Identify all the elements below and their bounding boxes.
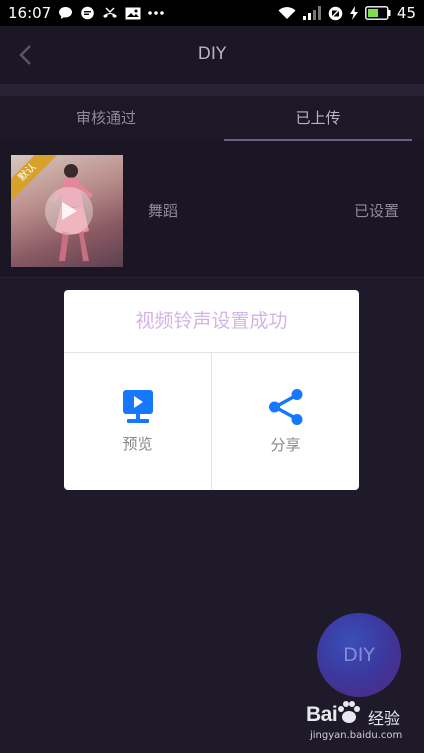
play-icon xyxy=(62,202,77,220)
watermark-brand: Bai xyxy=(306,703,338,726)
share-button[interactable]: 分享 xyxy=(211,353,359,490)
baidu-jingyan-watermark: Bai 经验 jingyan.baidu.com xyxy=(306,697,422,753)
chat-bubble-icon xyxy=(58,6,73,20)
tab-uploaded[interactable]: 已上传 xyxy=(212,96,424,142)
success-dialog: 视频铃声设置成功 预览 分享 xyxy=(64,290,359,490)
more-dots-icon xyxy=(148,10,165,16)
header-divider xyxy=(0,84,424,96)
status-time: 16:07 xyxy=(8,4,52,22)
play-button[interactable] xyxy=(45,187,93,235)
page-title: DIY xyxy=(197,44,227,64)
tab-bar: 审核通过 已上传 xyxy=(0,96,424,142)
app-header: DIY xyxy=(0,26,424,84)
item-status: 已设置 xyxy=(353,202,399,220)
watermark-url: jingyan.baidu.com xyxy=(310,730,403,741)
charging-icon xyxy=(349,6,359,20)
watermark-suffix: 经验 xyxy=(368,709,401,728)
list-item[interactable]: 默认 舞蹈 已设置 xyxy=(0,142,424,278)
wifi-icon xyxy=(278,6,296,20)
share-icon xyxy=(268,389,302,425)
missed-call-icon xyxy=(102,6,118,20)
dialog-title: 视频铃声设置成功 xyxy=(64,290,359,353)
preview-button[interactable]: 预览 xyxy=(64,353,211,490)
chat-bubble-icon xyxy=(80,6,95,20)
video-thumbnail[interactable]: 默认 xyxy=(11,155,123,267)
mail-icon xyxy=(125,7,141,20)
tab-approved[interactable]: 审核通过 xyxy=(0,96,212,142)
signal-icon xyxy=(302,6,322,20)
diy-fab-button[interactable]: DIY xyxy=(317,613,401,697)
battery-icon xyxy=(365,6,391,20)
item-name: 舞蹈 xyxy=(148,202,179,220)
preview-monitor-icon xyxy=(122,390,153,423)
battery-level: 45 xyxy=(396,4,416,22)
dialog-actions: 预览 分享 xyxy=(64,353,359,490)
share-label: 分享 xyxy=(270,436,301,454)
preview-label: 预览 xyxy=(122,435,153,453)
status-bar: 16:07 45 xyxy=(0,0,424,26)
no-sim-icon xyxy=(328,6,343,21)
paw-icon xyxy=(338,701,360,723)
